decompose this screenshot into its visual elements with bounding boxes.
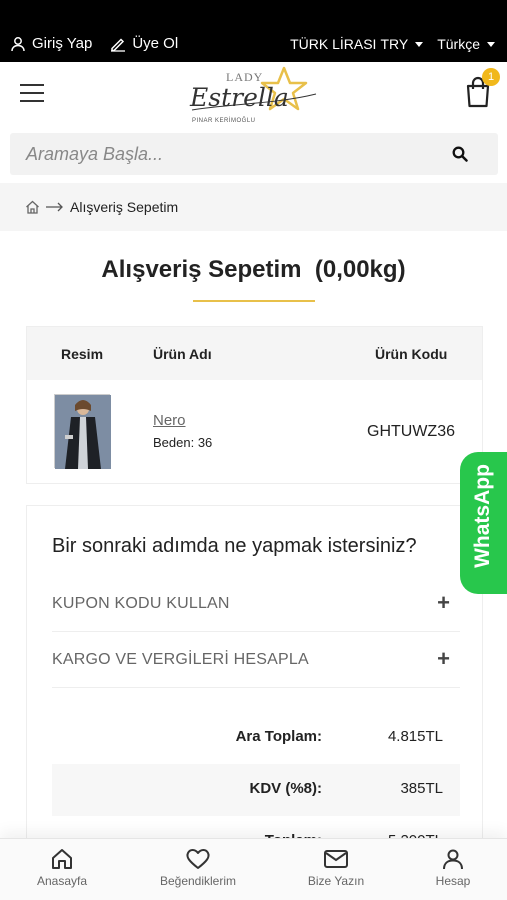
coupon-label: KUPON KODU KULLAN: [52, 595, 230, 612]
menu-icon[interactable]: [20, 84, 44, 104]
whatsapp-label: WhatsApp: [471, 464, 494, 568]
subtotal-value: 4.815TL: [387, 728, 443, 745]
product-image[interactable]: [54, 394, 111, 469]
page-title: Alışveriş Sepetim (0,00kg): [101, 256, 406, 283]
header-image: Resim: [61, 346, 104, 362]
currency-dropdown[interactable]: TÜRK LİRASI TRY: [290, 36, 424, 52]
currency-code: TRY: [380, 36, 409, 52]
caret-down-icon: [487, 41, 495, 47]
search-bar[interactable]: Aramaya Başla...: [10, 133, 498, 175]
plus-icon[interactable]: +: [437, 590, 450, 616]
brand-logo[interactable]: LADY Estrella PINAR KERİMOĞLU: [186, 64, 326, 126]
heart-icon: [186, 849, 210, 869]
account-links: Giriş Yap Üye Ol: [10, 35, 178, 52]
locale-selectors: TÜRK LİRASI TRY Türkçe: [290, 36, 495, 52]
user-icon: [11, 36, 25, 51]
register-link[interactable]: Üye Ol: [110, 35, 178, 52]
nav-account-label: Hesap: [435, 874, 471, 888]
language-dropdown[interactable]: Türkçe: [437, 36, 495, 52]
shipping-tax-accordion[interactable]: KARGO VE VERGİLERİ HESAPLA +: [52, 632, 460, 688]
nav-home[interactable]: Anasayfa: [7, 847, 117, 888]
logo-sub-text: PINAR KERİMOĞLU: [192, 117, 256, 124]
header-name: Ürün Adı: [153, 346, 212, 362]
table-header: Resim Ürün Adı Ürün Kodu: [27, 327, 482, 380]
cart-table: Resim Ürün Adı Ürün Kodu Nero Beden: 36 …: [26, 326, 483, 484]
bottom-navigation: Anasayfa Beğendiklerim Bize Yazın Hesap: [0, 838, 507, 900]
breadcrumb-current: Alışveriş Sepetim: [70, 199, 179, 215]
nav-favorites-label: Beğendiklerim: [159, 874, 237, 888]
tax-label: KDV (%8):: [249, 780, 322, 797]
whatsapp-button[interactable]: WhatsApp: [460, 452, 507, 594]
search-icon[interactable]: [452, 146, 468, 162]
logo-main-text: Estrella: [189, 83, 289, 112]
login-link[interactable]: Giriş Yap: [10, 35, 92, 52]
tax-row: KDV (%8): 385TL: [52, 764, 460, 816]
nav-contact-label: Bize Yazın: [307, 874, 365, 888]
home-icon[interactable]: [25, 200, 40, 214]
nav-contact[interactable]: Bize Yazın: [281, 847, 391, 888]
coupon-accordion[interactable]: KUPON KODU KULLAN +: [52, 576, 460, 632]
next-steps-panel: Bir sonraki adımda ne yapmak istersiniz?…: [26, 505, 483, 849]
nav-favorites[interactable]: Beğendiklerim: [143, 847, 253, 888]
home-icon: [52, 849, 72, 869]
subtotal-label: Ara Toplam:: [235, 728, 322, 745]
search-placeholder: Aramaya Başla...: [26, 144, 164, 164]
logo-top-text: LADY: [226, 70, 263, 84]
login-label: Giriş Yap: [32, 35, 93, 52]
pencil-icon: [111, 37, 126, 52]
site-header: LADY Estrella PINAR KERİMOĞLU: [0, 62, 507, 128]
product-code: GHTUWZ36: [367, 423, 455, 440]
header-code: Ürün Kodu: [375, 346, 448, 362]
user-icon: [443, 849, 463, 870]
product-photo: [55, 395, 111, 469]
language-label: Türkçe: [437, 36, 480, 52]
nav-account[interactable]: Hesap: [398, 847, 507, 888]
shipping-tax-label: KARGO VE VERGİLERİ HESAPLA: [52, 651, 309, 668]
product-size: Beden: 36: [153, 435, 213, 450]
register-label: Üye Ol: [132, 35, 179, 52]
next-steps-question: Bir sonraki adımda ne yapmak istersiniz?: [52, 535, 417, 557]
plus-icon[interactable]: +: [437, 646, 450, 672]
caret-down-icon: [415, 41, 424, 47]
subtotal-row: Ara Toplam: 4.815TL: [52, 712, 460, 764]
product-name-link[interactable]: Nero: [153, 412, 186, 429]
title-underline: [193, 300, 315, 302]
tax-value: 385TL: [400, 780, 443, 797]
logo-graphic: LADY Estrella PINAR KERİMOĞLU: [189, 66, 317, 124]
nav-home-label: Anasayfa: [36, 874, 88, 888]
cart-count-badge: 1: [482, 68, 500, 86]
currency-label: TÜRK LİRASI: [290, 36, 377, 52]
breadcrumb: Alışveriş Sepetim: [0, 183, 507, 231]
top-bar: Giriş Yap Üye Ol TÜRK LİRASI TRY Türkçe: [0, 0, 507, 62]
mail-icon: [324, 850, 348, 868]
arrow-right-icon: [46, 202, 63, 212]
